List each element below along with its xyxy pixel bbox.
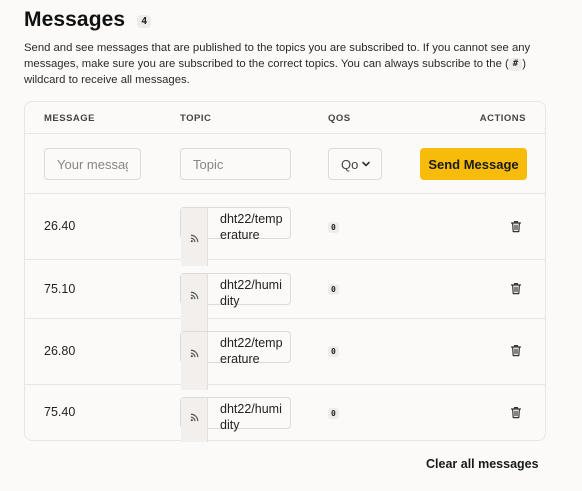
messages-header: Messages 4 <box>24 8 152 32</box>
message-count-badge: 4 <box>137 14 152 28</box>
topic-text: dht22/humidity <box>220 278 282 308</box>
rss-icon <box>190 291 199 300</box>
topic-chip: dht22/temperature <box>180 207 291 266</box>
topic-icon-col <box>181 208 208 266</box>
qos-badge: 0 <box>328 346 339 357</box>
column-header-qos: QOS <box>328 113 351 124</box>
message-input[interactable] <box>44 148 141 180</box>
column-header-message: MESSAGE <box>44 113 96 124</box>
qos-badge: 0 <box>328 284 339 295</box>
page-description: Send and see messages that are published… <box>24 40 544 88</box>
wildcard-pill: # <box>508 58 523 71</box>
rss-icon <box>190 413 199 422</box>
compose-row: Qo Send Message <box>25 134 545 194</box>
trash-icon[interactable] <box>510 344 522 357</box>
messages-table: MESSAGE TOPIC QOS ACTIONS Qo Send Messag… <box>24 101 546 442</box>
table-row: 75.40 dht22/humidity 0 <box>25 385 545 442</box>
qos-badge: 0 <box>328 408 339 419</box>
table-row: 26.40 dht22/temperature 0 <box>25 194 545 266</box>
trash-icon[interactable] <box>510 220 522 233</box>
description-text: Send and see messages that are published… <box>24 42 531 70</box>
clear-all-messages-button[interactable]: Clear all messages <box>426 457 539 471</box>
message-value: 75.40 <box>44 405 76 419</box>
topic-text: dht22/temperature <box>220 212 283 242</box>
page-title: Messages <box>24 8 126 31</box>
message-value: 26.40 <box>44 219 76 233</box>
topic-chip: dht22/humidity <box>180 273 291 332</box>
table-row: 75.10 dht22/humidity 0 <box>25 260 545 332</box>
message-value: 26.80 <box>44 344 76 358</box>
table-header: MESSAGE TOPIC QOS ACTIONS <box>25 102 545 134</box>
topic-text: dht22/temperature <box>220 336 283 366</box>
trash-icon[interactable] <box>510 406 522 419</box>
rss-icon <box>190 234 199 243</box>
topic-chip: dht22/temperature <box>180 331 291 390</box>
topic-input[interactable] <box>180 148 291 180</box>
trash-icon[interactable] <box>510 282 522 295</box>
qos-select[interactable]: Qo <box>328 148 382 180</box>
send-message-button[interactable]: Send Message <box>420 148 527 180</box>
column-header-actions: ACTIONS <box>479 113 526 124</box>
table-row: 26.80 dht22/temperature 0 <box>25 319 545 390</box>
qos-badge: 0 <box>328 222 339 233</box>
topic-text: dht22/humidity <box>220 402 282 432</box>
column-header-topic: TOPIC <box>180 113 212 124</box>
topic-icon-col <box>181 398 208 442</box>
topic-icon-col <box>181 332 208 390</box>
message-value: 75.10 <box>44 282 76 296</box>
qos-select-value: Qo <box>341 156 359 172</box>
chevron-down-icon <box>362 161 370 167</box>
topic-chip: dht22/humidity <box>180 397 291 442</box>
rss-icon <box>190 349 199 358</box>
